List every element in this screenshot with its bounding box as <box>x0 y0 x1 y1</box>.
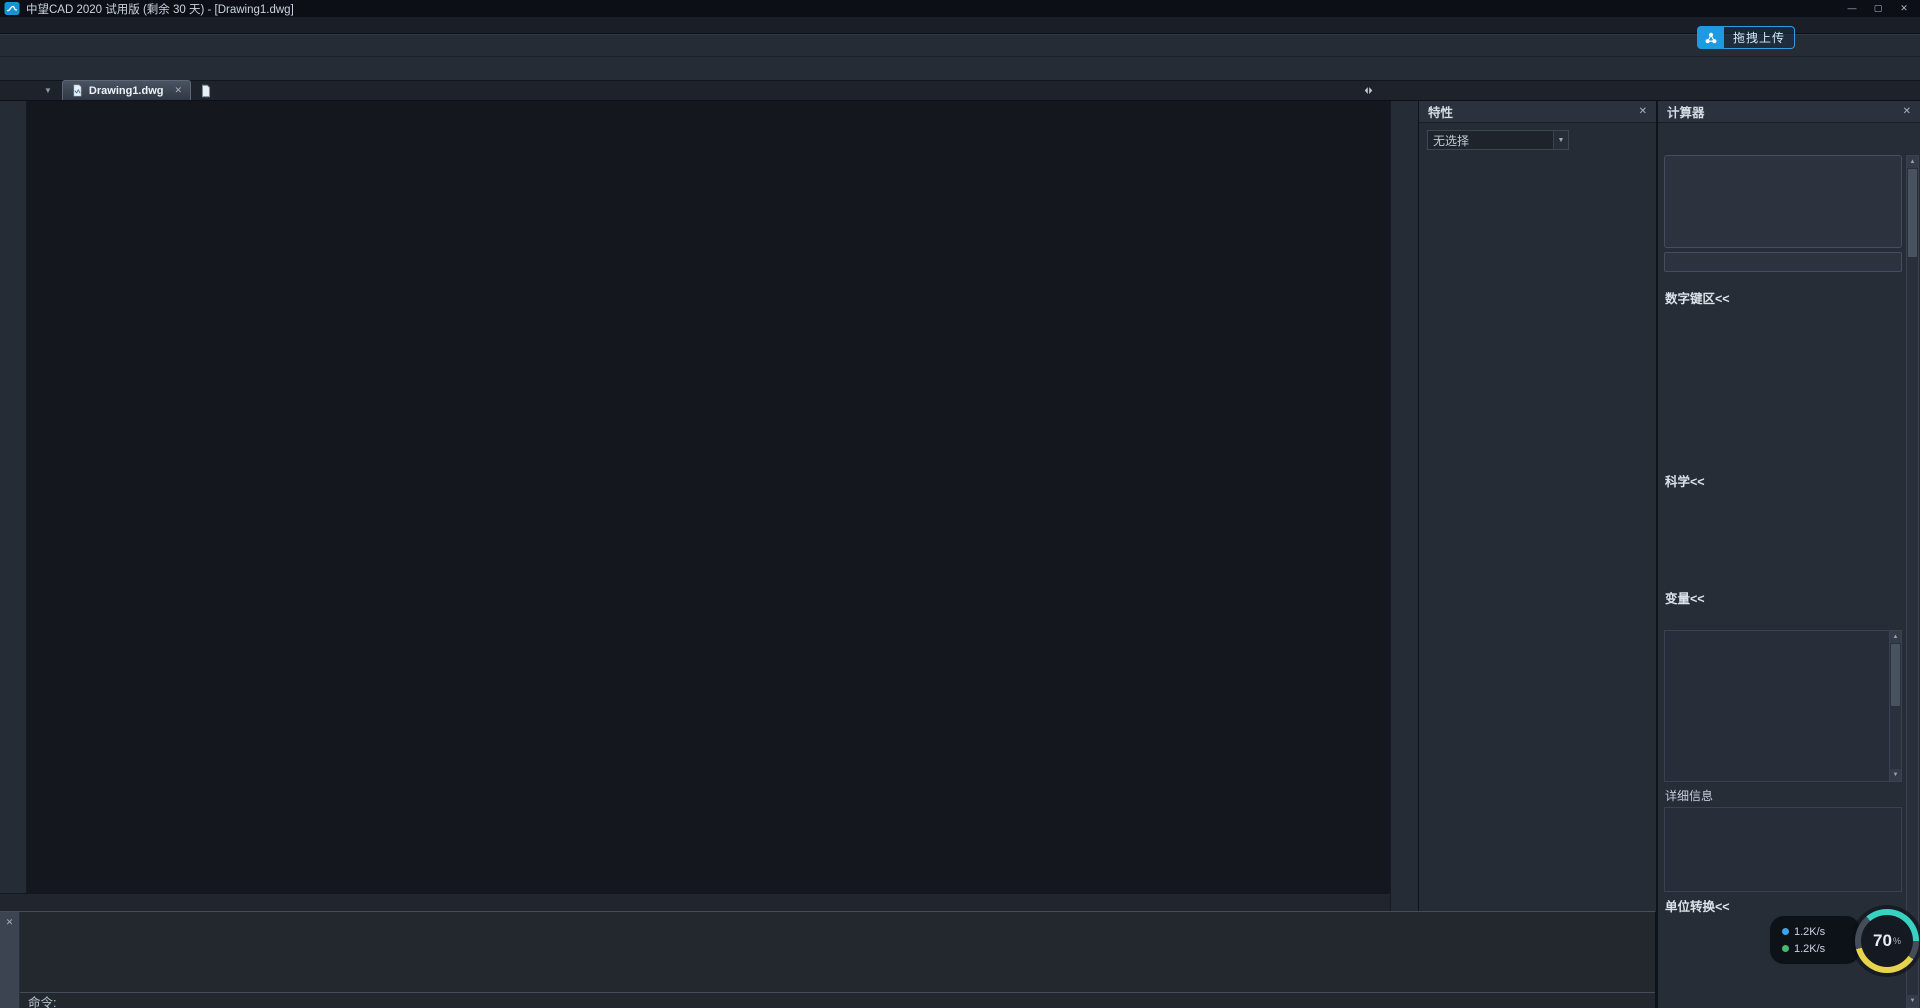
selection-combo-value: 无选择 <box>1433 132 1469 149</box>
scroll-down-icon[interactable]: ▼ <box>1890 769 1901 781</box>
upload-badge-label: 拖拽上传 <box>1724 26 1795 49</box>
details-title: 详细信息 <box>1665 787 1713 804</box>
progress-percent: 70 <box>1873 931 1892 951</box>
close-button[interactable]: ✕ <box>1892 1 1916 15</box>
minimize-button[interactable]: — <box>1840 1 1864 15</box>
selection-row: 无选择 ▼ <box>1427 130 1648 150</box>
numpad-section-title[interactable]: 数字键区<< <box>1665 288 1730 307</box>
properties-panel-title: 特性 <box>1428 102 1639 121</box>
document-tab[interactable]: Drawing1.dwg ✕ <box>62 80 191 100</box>
tab-list-dropdown-icon[interactable]: ▼ <box>44 86 52 95</box>
tree-scrollbar[interactable]: ▲ ▼ <box>1889 631 1901 781</box>
calculator-panel-title: 计算器 <box>1667 102 1903 121</box>
calculator-input[interactable] <box>1664 252 1902 272</box>
calculator-close-icon[interactable]: ✕ <box>1903 106 1911 117</box>
progress-percent-unit: % <box>1893 936 1901 946</box>
scroll-thumb[interactable] <box>1908 169 1917 257</box>
layers-toolbar <box>0 57 1920 81</box>
variables-tree: ▲ ▼ <box>1664 630 1902 782</box>
command-window[interactable]: ✕ 命令: <box>0 911 1656 1008</box>
panel-collapse-icon[interactable] <box>1363 85 1374 96</box>
calculator-panel-header: 计算器 ✕ <box>1658 101 1920 123</box>
scroll-up-icon[interactable]: ▲ <box>1890 631 1901 643</box>
tab-close-icon[interactable]: ✕ <box>174 85 182 96</box>
calculator-display <box>1664 155 1902 248</box>
variables-section-title[interactable]: 变量<< <box>1665 588 1705 607</box>
scroll-thumb[interactable] <box>1891 644 1900 706</box>
drawing-canvas[interactable] <box>27 101 1390 893</box>
layout-tab-bar <box>0 893 1390 911</box>
scroll-down-icon[interactable]: ▼ <box>1907 995 1918 1007</box>
download-speed-value: 1.2K/s <box>1794 943 1825 955</box>
maximize-button[interactable]: ▢ <box>1866 1 1890 15</box>
draw-toolbar <box>0 101 27 893</box>
title-bar: 中望CAD 2020 试用版 (剩余 30 天) - [Drawing1.dwg… <box>0 0 1920 17</box>
scroll-up-icon[interactable]: ▲ <box>1907 156 1918 168</box>
window-title: 中望CAD 2020 试用版 (剩余 30 天) - [Drawing1.dwg… <box>26 1 294 17</box>
properties-panel: 特性 ✕ 无选择 ▼ <box>1418 101 1656 911</box>
standard-toolbar <box>0 34 1920 57</box>
calculator-scrollbar[interactable]: ▲ ▼ <box>1906 155 1919 1008</box>
command-prompt-label: 命令: <box>28 992 56 1008</box>
scientific-section-title[interactable]: 科学<< <box>1665 471 1705 490</box>
command-close-icon[interactable]: ✕ <box>6 917 14 927</box>
command-history <box>20 912 1655 993</box>
new-document-button[interactable] <box>199 84 213 98</box>
dropdown-arrow-icon[interactable]: ▼ <box>1553 131 1568 149</box>
command-input[interactable]: 命令: <box>20 993 1655 1008</box>
modify-toolbar <box>1390 101 1418 911</box>
menu-bar <box>0 17 1920 34</box>
document-tab-strip: ▼ Drawing1.dwg ✕ <box>0 81 1920 101</box>
speed-pill: 1.2K/s 1.2K/s <box>1769 915 1861 965</box>
details-box <box>1664 807 1902 892</box>
cloud-upload-icon <box>1697 26 1724 49</box>
upload-speed-value: 1.2K/s <box>1794 926 1825 938</box>
unit-conversion-title[interactable]: 单位转换<< <box>1665 896 1730 915</box>
network-speed-widget[interactable]: 1.2K/s 1.2K/s 70% <box>1755 906 1920 978</box>
upload-speed-icon <box>1782 928 1789 935</box>
calculator-panel: 计算器 ✕ 数字键区<< 科学<< 变量<< ▲ ▼ 详细信息 单位转换<< ▲… <box>1656 101 1920 1008</box>
app-logo-icon <box>4 1 20 17</box>
crosshair-and-ucs-overlay <box>27 101 1390 893</box>
dwg-file-icon <box>71 84 84 97</box>
selection-combo[interactable]: 无选择 ▼ <box>1427 130 1569 150</box>
progress-ring: 70% <box>1855 909 1919 973</box>
window-controls: — ▢ ✕ <box>1840 1 1916 15</box>
command-window-gutter[interactable]: ✕ <box>0 912 20 1008</box>
download-speed-icon <box>1782 945 1789 952</box>
application-window: 中望CAD 2020 试用版 (剩余 30 天) - [Drawing1.dwg… <box>0 0 1920 1008</box>
properties-close-icon[interactable]: ✕ <box>1639 106 1647 117</box>
document-tab-label: Drawing1.dwg <box>89 85 164 97</box>
properties-panel-header: 特性 ✕ <box>1419 101 1656 123</box>
upload-badge[interactable]: 拖拽上传 <box>1697 26 1795 49</box>
